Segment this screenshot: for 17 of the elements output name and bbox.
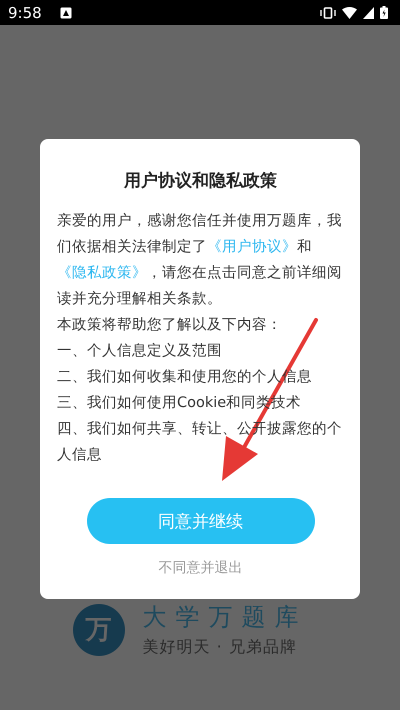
decline-link[interactable]: 不同意并退出: [158, 559, 242, 577]
brand-slogan: 美好明天 · 兄弟品牌: [142, 637, 298, 658]
policy-item: 一、个人信息定义及范围: [57, 342, 222, 361]
signal-icon: [363, 6, 374, 18]
policy-link[interactable]: 《用户协议》: [207, 239, 297, 255]
wifi-icon: [342, 6, 357, 18]
vibrate-icon: [320, 6, 336, 18]
policy-link[interactable]: 《隐私政策》: [57, 265, 147, 281]
policy-item: 本政策将帮助您了解以及下内容：: [57, 316, 282, 335]
notification-icon: [60, 6, 72, 18]
brand-name: 大学万题库: [142, 602, 308, 633]
battery-icon: [380, 6, 388, 19]
dialog-title: 用户协议和隐私政策: [122, 170, 278, 192]
logo-pin-icon: 万: [72, 604, 124, 656]
agree-button[interactable]: 同意并继续: [86, 498, 314, 544]
intro-paragraph: 亲爱的用户，感谢您信任并使用万题库，我们依据相关法律制定了《用户协议》和 《隐私政策》，请您在点击同意之前详细阅读并充分理解相关条款。: [57, 212, 343, 309]
status-time: 9:58: [8, 4, 42, 22]
